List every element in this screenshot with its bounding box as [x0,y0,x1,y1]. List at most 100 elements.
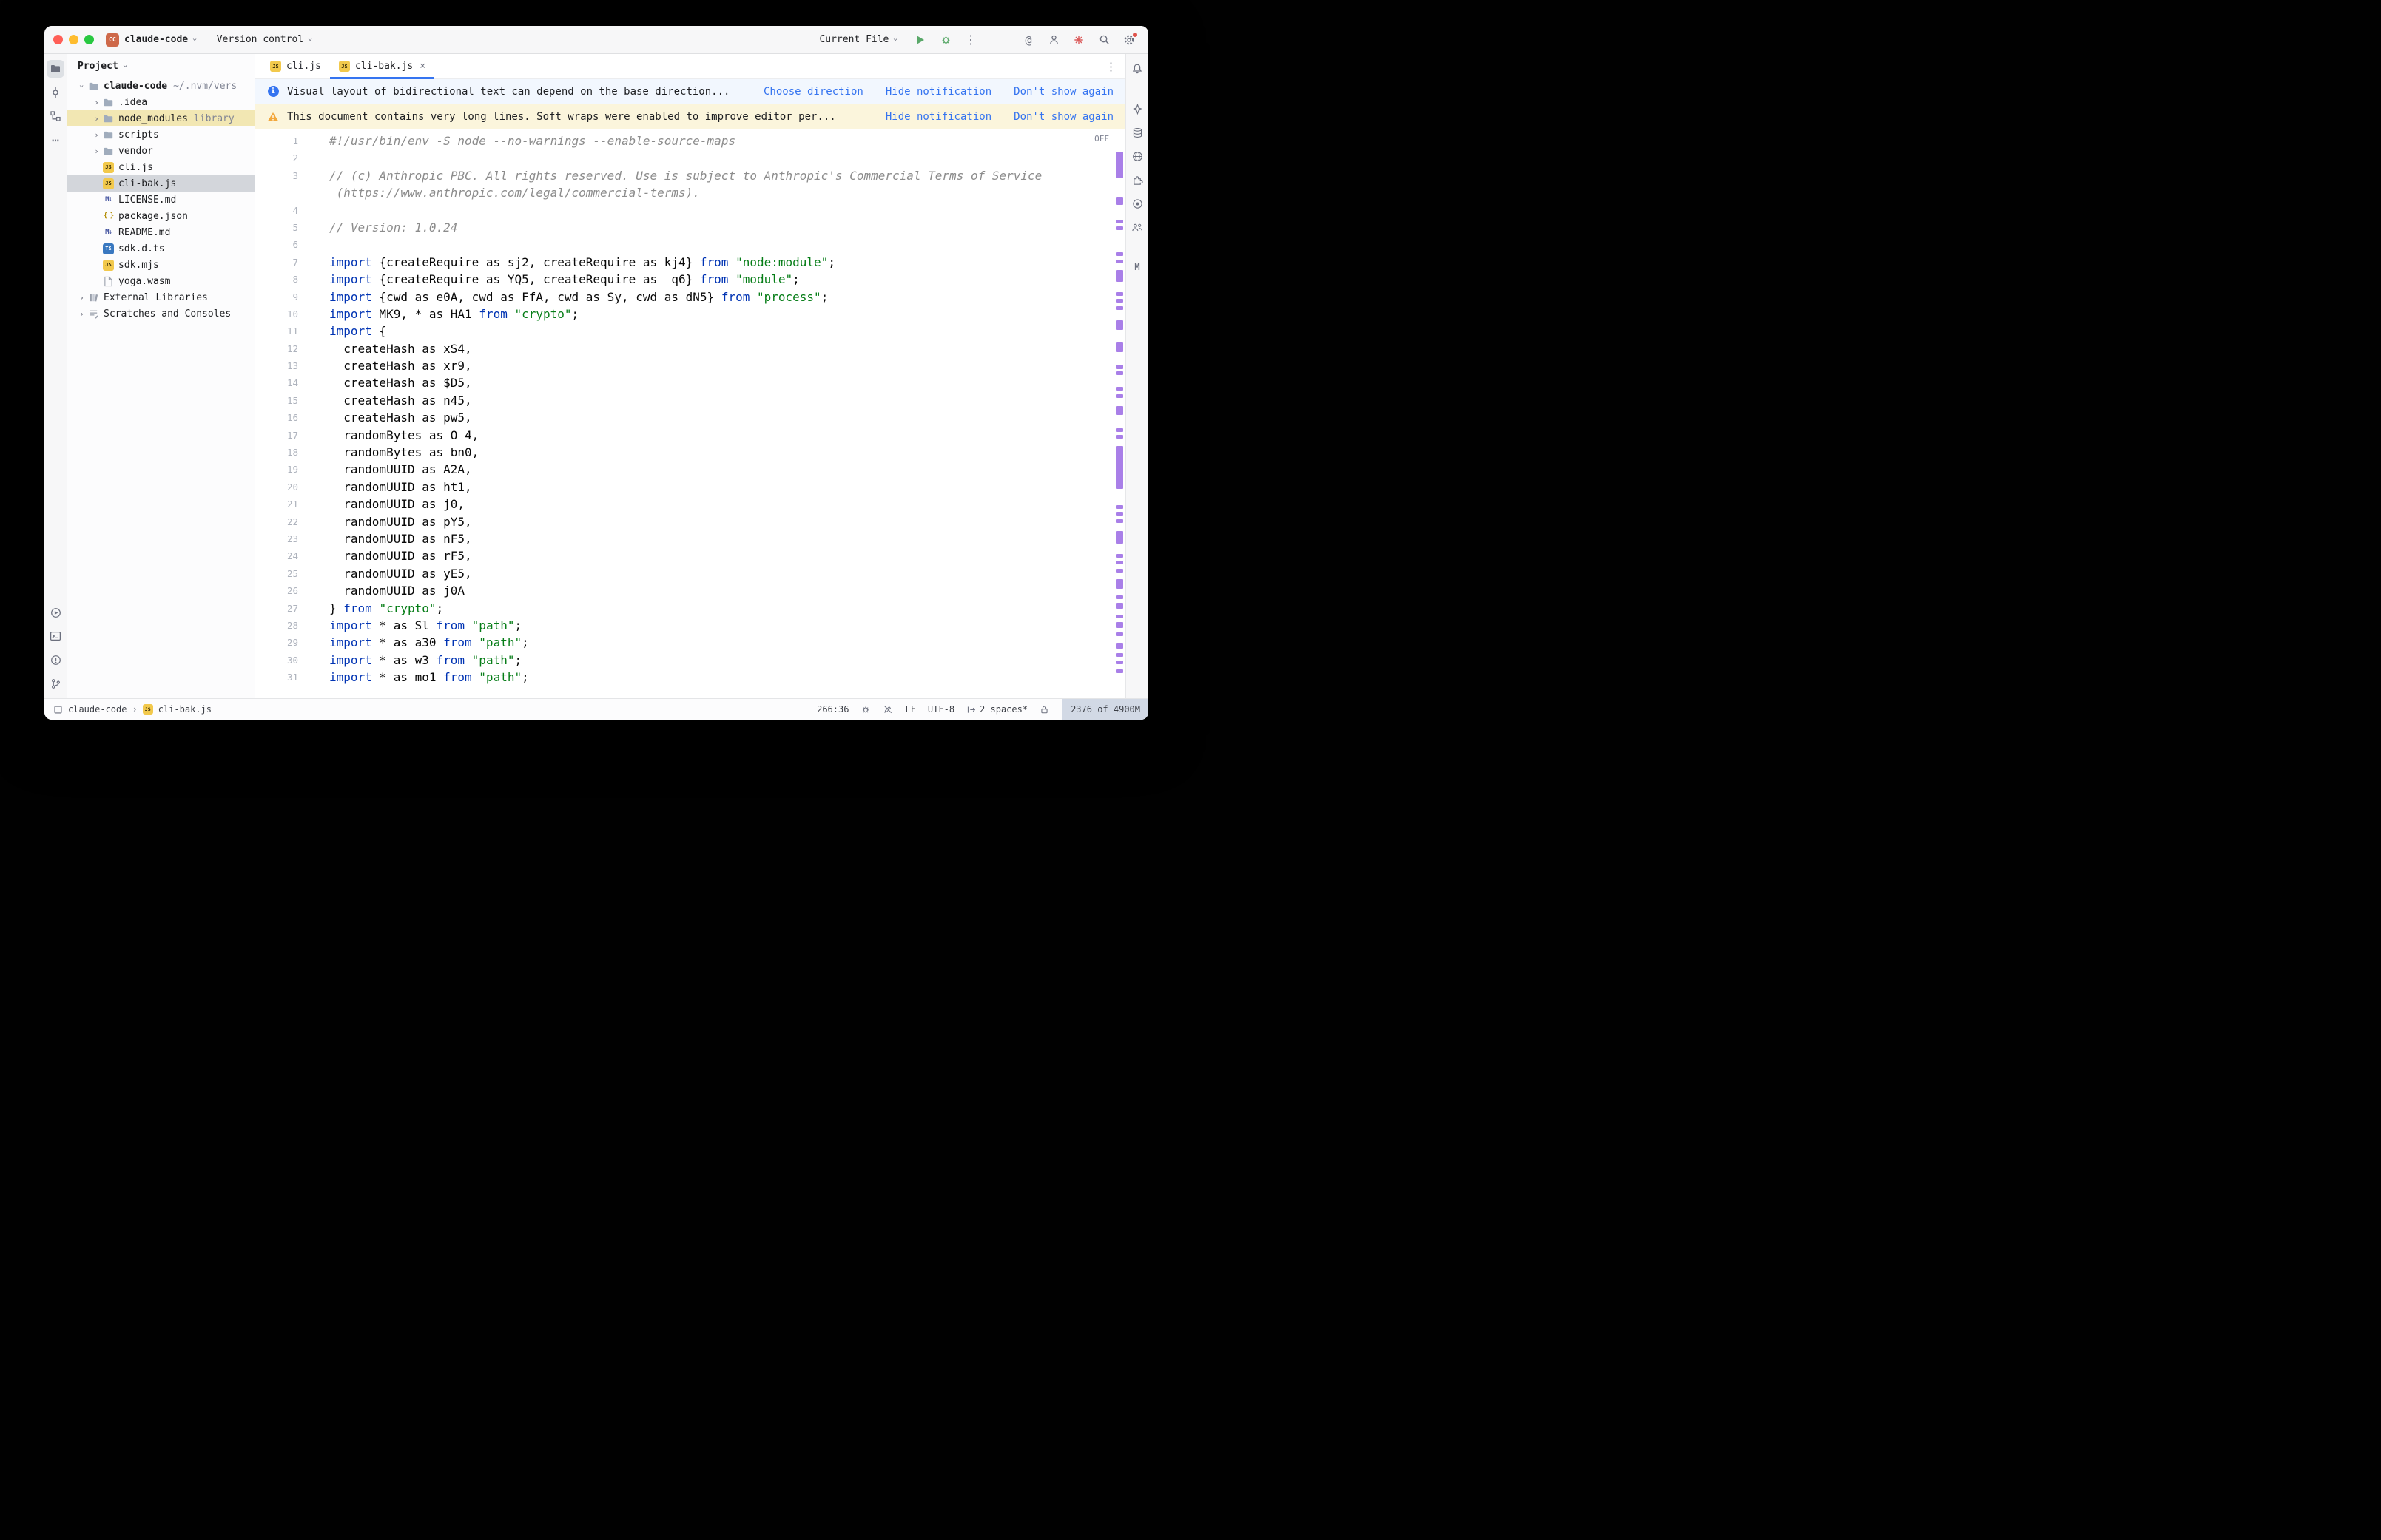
code-line[interactable]: 14 createHash as $D5, [255,374,1125,391]
scroll-mark[interactable] [1116,579,1123,589]
code-line[interactable]: 11import { [255,322,1125,340]
tree-item-sdk-mjs[interactable]: JSsdk.mjs [67,257,255,273]
project-toolwindow-header[interactable]: Project › [67,54,255,78]
tree-item-readme-md[interactable]: M↓README.md [67,224,255,240]
code-line[interactable]: 20 randomUUID as ht1, [255,479,1125,496]
code-line[interactable]: 10import MK9, * as HA1 from "crypto"; [255,305,1125,322]
line-number[interactable]: 14 [255,374,298,391]
scroll-mark[interactable] [1116,595,1123,599]
minimize-window-button[interactable] [69,35,78,44]
tree-item-idea[interactable]: ›.idea [67,94,255,110]
scroll-mark[interactable] [1116,531,1123,544]
hot-reload-button[interactable] [1070,31,1088,49]
scroll-mark[interactable] [1116,519,1123,523]
line-number[interactable]: 17 [255,427,298,444]
tree-item-license-md[interactable]: M↓LICENSE.md [67,192,255,208]
line-number[interactable]: 12 [255,340,298,357]
code-line[interactable]: 28import * as Sl from "path"; [255,617,1125,634]
debug-button[interactable] [937,31,954,49]
encoding-widget[interactable]: UTF-8 [928,704,954,715]
line-number[interactable] [255,184,298,201]
code-line[interactable]: 30import * as w3 from "path"; [255,652,1125,669]
code-line[interactable]: 16 createHash as pw5, [255,409,1125,426]
code-line[interactable]: 9import {cwd as e0A, cwd as FfA, cwd as … [255,288,1125,305]
tree-item-external-libraries[interactable]: ›External Libraries [67,289,255,305]
code-line[interactable]: (https://www.anthropic.com/legal/commerc… [255,184,1125,201]
line-number[interactable]: 19 [255,461,298,478]
memory-indicator[interactable]: 2376 of 4900M [1062,699,1148,720]
inspections-off-indicator[interactable]: OFF [1094,134,1109,143]
code-line[interactable]: 17 randomBytes as O_4, [255,427,1125,444]
line-number[interactable]: 30 [255,652,298,669]
scroll-mark[interactable] [1116,299,1123,303]
code-line[interactable]: 21 randomUUID as j0, [255,496,1125,513]
line-number[interactable]: 6 [255,236,298,253]
code-line[interactable]: 12 createHash as xS4, [255,340,1125,357]
scroll-mark[interactable] [1116,615,1123,618]
scroll-mark[interactable] [1116,554,1123,558]
plugins-toolwindow-button[interactable] [1128,171,1146,189]
code-line[interactable]: 19 randomUUID as A2A, [255,461,1125,478]
commit-toolwindow-button[interactable] [47,84,64,101]
services-toolwindow-button[interactable] [1128,195,1146,212]
chevron-down-icon[interactable]: › [77,81,87,92]
line-number[interactable]: 1 [255,132,298,149]
line-number[interactable]: 26 [255,582,298,599]
code-line[interactable]: 23 randomUUID as nF5, [255,530,1125,547]
code-line[interactable]: 4 [255,202,1125,219]
tab-cli-bak-js[interactable]: JScli-bak.js× [330,54,434,78]
caret-position-widget[interactable]: 266:36 [817,704,849,715]
line-number[interactable]: 2 [255,149,298,166]
code-line[interactable]: 1#!/usr/bin/env -S node --no-warnings --… [255,132,1125,149]
scroll-mark[interactable] [1116,197,1123,205]
line-number[interactable]: 27 [255,600,298,617]
code-line[interactable]: 3// (c) Anthropic PBC. All rights reserv… [255,167,1125,184]
terminal-toolwindow-button[interactable] [47,627,64,645]
scroll-mark[interactable] [1116,603,1123,609]
breadcrumb[interactable]: claude-code › JS cli-bak.js [53,704,212,715]
scroll-mark[interactable] [1116,569,1123,573]
code-line[interactable]: 24 randomUUID as rF5, [255,547,1125,564]
scroll-mark[interactable] [1116,446,1123,489]
code-line[interactable]: 13 createHash as xr9, [255,357,1125,374]
collaboration-toolwindow-button[interactable] [1128,218,1146,236]
maven-toolwindow-button[interactable]: M [1128,258,1146,276]
code-line[interactable]: 2 [255,149,1125,166]
line-number[interactable]: 11 [255,322,298,340]
line-number[interactable]: 28 [255,617,298,634]
account-button[interactable] [1045,31,1062,49]
ai-assistant-toolwindow-button[interactable] [1128,100,1146,118]
scroll-mark[interactable] [1116,220,1123,223]
highlighting-mode-icon[interactable] [883,704,893,715]
tree-item-claude-code[interactable]: ›claude-code~/.nvm/vers [67,78,255,94]
tree-item-package-json[interactable]: { }package.json [67,208,255,224]
code-line[interactable]: 31import * as mo1 from "path"; [255,669,1125,686]
run-configuration-selector[interactable]: Current File › [819,34,898,45]
code-line[interactable]: 5// Version: 1.0.24 [255,219,1125,236]
more-actions-button[interactable]: ⋮ [962,31,980,49]
banner-link-choose-direction[interactable]: Choose direction [764,86,863,98]
scroll-mark[interactable] [1116,292,1123,296]
chevron-right-icon[interactable]: › [91,146,102,156]
database-toolwindow-button[interactable] [1128,124,1146,141]
line-number[interactable]: 15 [255,392,298,409]
scroll-mark[interactable] [1116,669,1123,673]
code-line[interactable]: 22 randomUUID as pY5, [255,513,1125,530]
mentions-button[interactable]: @ [1020,31,1037,49]
indent-widget[interactable]: 2 spaces* [966,704,1028,715]
line-number[interactable]: 31 [255,669,298,686]
breadcrumb-project[interactable]: claude-code [68,704,127,715]
scroll-mark[interactable] [1116,622,1123,628]
search-everywhere-button[interactable] [1095,31,1113,49]
chevron-right-icon[interactable]: › [76,309,87,319]
tree-item-node-modules[interactable]: ›node_moduleslibrary [67,110,255,126]
chevron-right-icon[interactable]: › [91,98,102,107]
line-number[interactable]: 21 [255,496,298,513]
vcs-widget[interactable]: Version control › [217,34,313,45]
scroll-mark[interactable] [1116,435,1123,439]
run-button[interactable] [912,31,929,49]
problems-toolwindow-button[interactable] [47,651,64,669]
code-line[interactable]: 8import {createRequire as YQ5, createReq… [255,271,1125,288]
scroll-mark[interactable] [1116,152,1123,178]
line-number[interactable]: 20 [255,479,298,496]
